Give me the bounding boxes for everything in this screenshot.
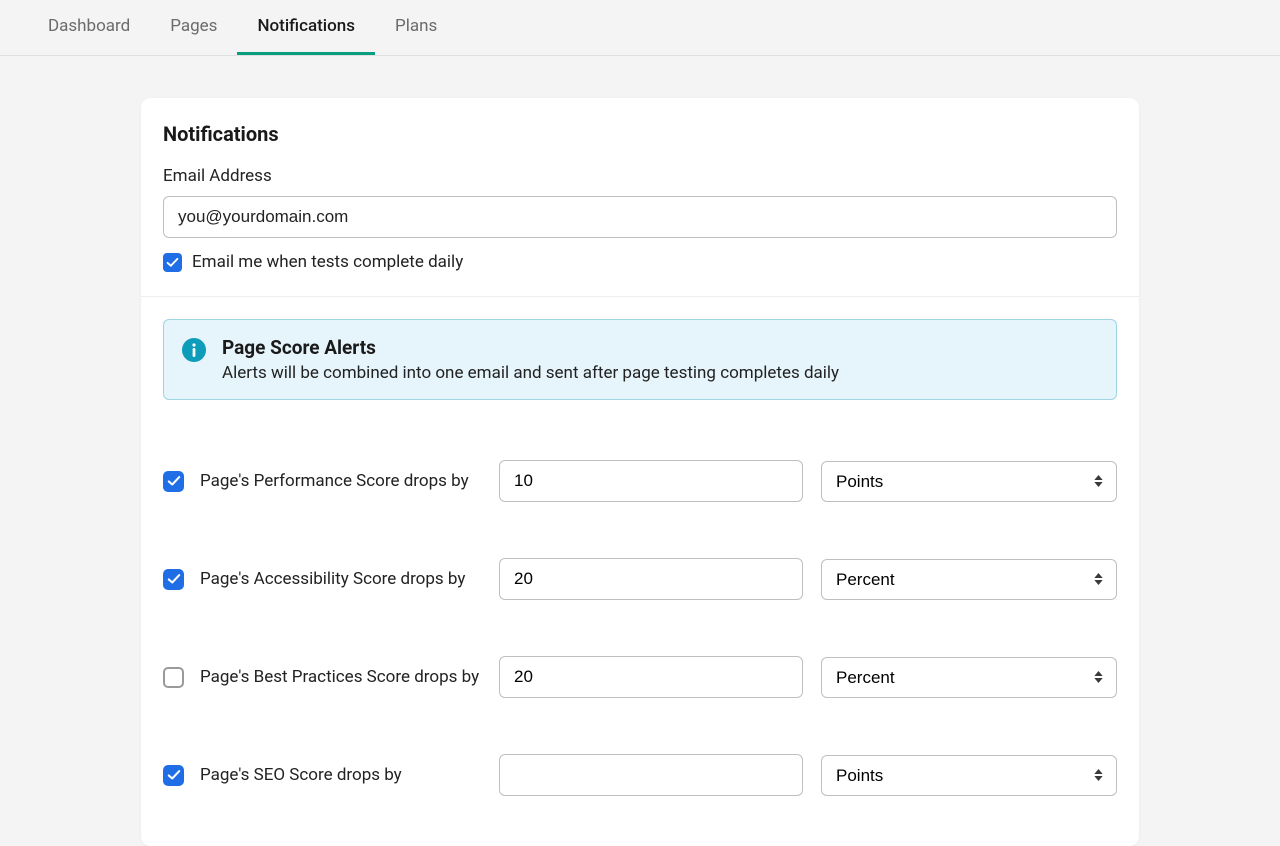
alert-unit-select[interactable]: PointsPercent xyxy=(821,559,1117,600)
alert-threshold-input[interactable] xyxy=(499,558,803,600)
email-field[interactable] xyxy=(163,196,1117,238)
info-banner: Page Score Alerts Alerts will be combine… xyxy=(163,319,1117,400)
alert-unit-select[interactable]: PointsPercent xyxy=(821,461,1117,502)
alert-label: Page's Performance Score drops by xyxy=(200,471,469,491)
alert-label: Page's Best Practices Score drops by xyxy=(200,667,479,687)
tab-dashboard[interactable]: Dashboard xyxy=(28,0,150,55)
alert-rows: Page's Performance Score drops by PointsP… xyxy=(141,422,1139,846)
daily-email-label: Email me when tests complete daily xyxy=(192,252,463,272)
alert-row: Page's SEO Score drops by PointsPercent xyxy=(163,726,1117,824)
alert-threshold-input[interactable] xyxy=(499,656,803,698)
alert-checkbox[interactable] xyxy=(163,765,184,786)
tab-notifications[interactable]: Notifications xyxy=(237,0,375,55)
card-title: Notifications xyxy=(163,122,1117,146)
alert-row: Page's Accessibility Score drops by Point… xyxy=(163,530,1117,628)
alert-label: Page's Accessibility Score drops by xyxy=(200,569,465,589)
banner-subtitle: Alerts will be combined into one email a… xyxy=(222,363,839,383)
alert-label: Page's SEO Score drops by xyxy=(200,765,402,785)
alert-checkbox[interactable] xyxy=(163,471,184,492)
divider xyxy=(141,296,1139,297)
tab-pages[interactable]: Pages xyxy=(150,0,237,55)
alert-threshold-input[interactable] xyxy=(499,754,803,796)
email-label: Email Address xyxy=(163,166,1117,186)
alert-unit-select[interactable]: PointsPercent xyxy=(821,755,1117,796)
alert-unit-select[interactable]: PointsPercent xyxy=(821,657,1117,698)
alert-checkbox[interactable] xyxy=(163,667,184,688)
alert-row: Page's Performance Score drops by PointsP… xyxy=(163,432,1117,530)
notifications-card: Notifications Email Address Email me whe… xyxy=(141,98,1139,846)
alert-row: Page's Best Practices Score drops by Poin… xyxy=(163,628,1117,726)
tab-plans[interactable]: Plans xyxy=(375,0,457,55)
alert-checkbox[interactable] xyxy=(163,569,184,590)
daily-email-checkbox[interactable] xyxy=(163,253,182,272)
info-icon xyxy=(182,338,206,362)
banner-title: Page Score Alerts xyxy=(222,336,839,359)
alert-threshold-input[interactable] xyxy=(499,460,803,502)
main-tabs: DashboardPagesNotificationsPlans xyxy=(0,0,1280,56)
